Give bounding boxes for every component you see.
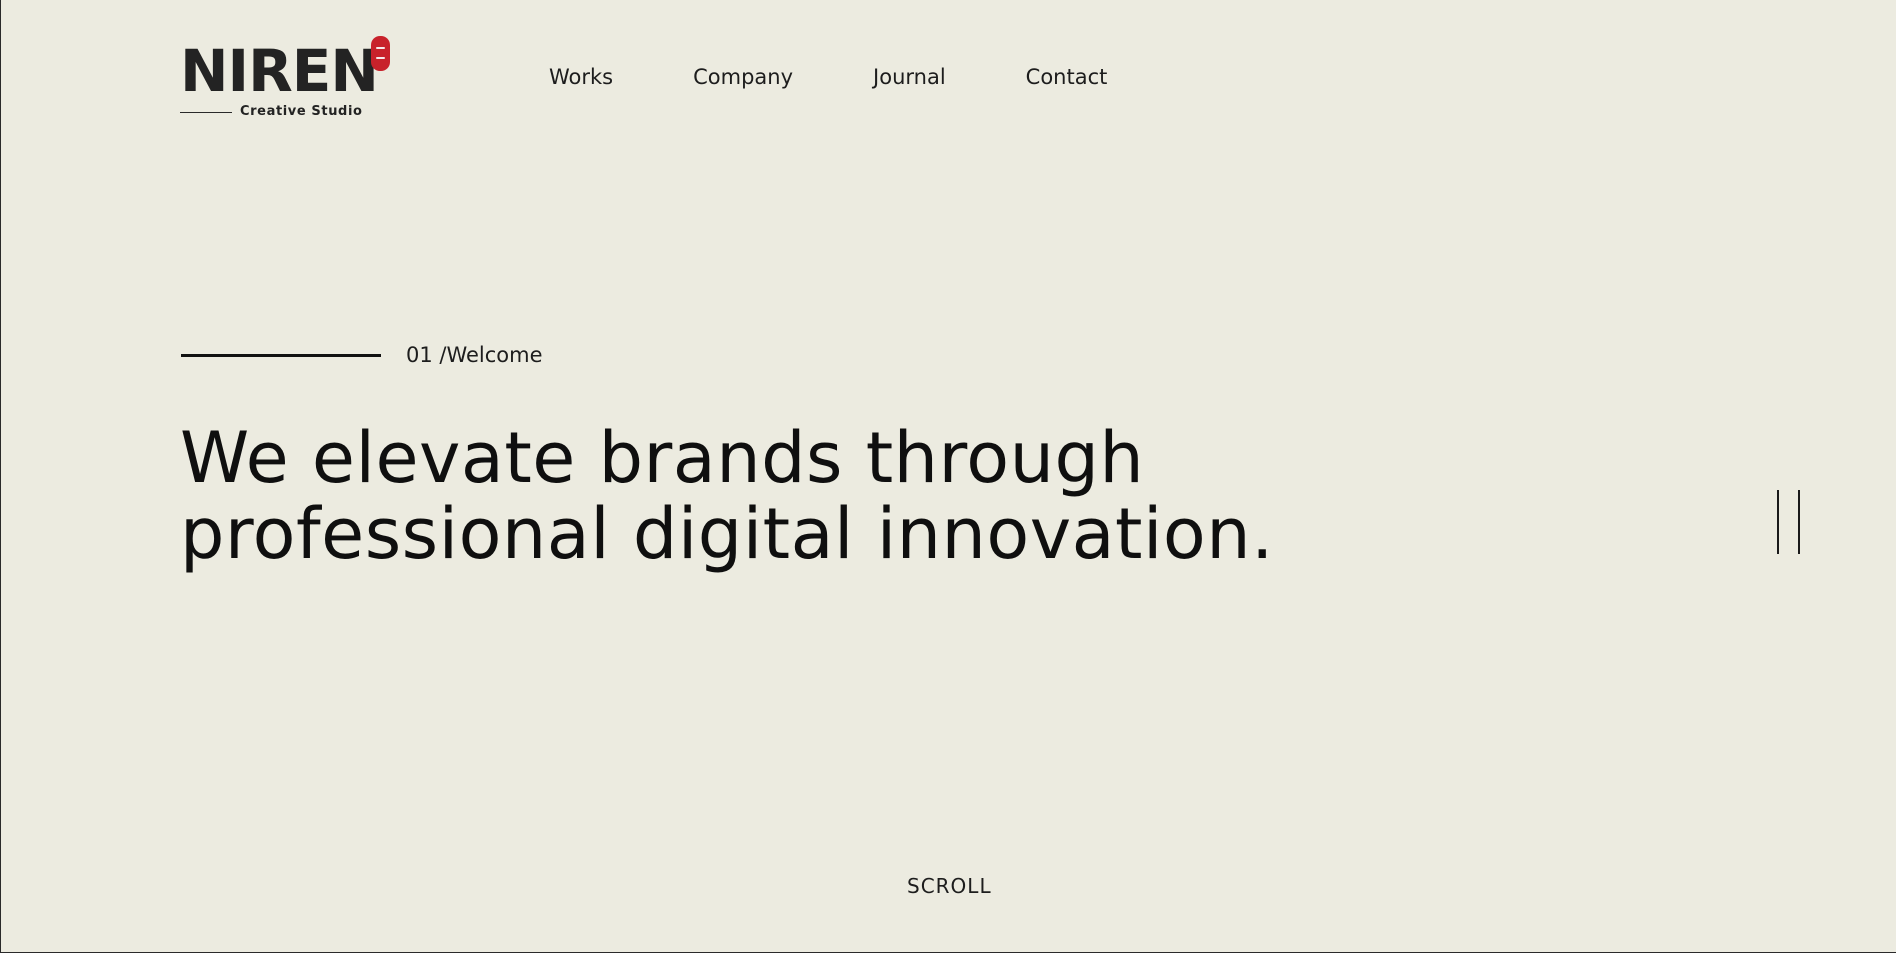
nav-item-journal[interactable]: Journal xyxy=(873,62,946,92)
vertical-bar xyxy=(1798,490,1800,554)
seal-icon xyxy=(371,36,390,71)
vertical-bar xyxy=(1777,490,1779,554)
section-divider xyxy=(181,354,381,357)
logo-rule xyxy=(180,112,232,113)
hero-headline: We elevate brands through professional d… xyxy=(180,420,1420,572)
hero-headline-line-1: We elevate brands through xyxy=(180,417,1145,499)
logo[interactable]: NIREN Creative Studio xyxy=(180,36,395,122)
section-label: 01 /Welcome xyxy=(406,343,543,367)
nav-item-contact[interactable]: Contact xyxy=(1026,62,1108,92)
logo-tagline: Creative Studio xyxy=(240,104,363,119)
scroll-indicator[interactable]: SCROLL xyxy=(907,871,992,901)
nav-item-works[interactable]: Works xyxy=(549,62,613,92)
hero-headline-line-2: professional digital innovation. xyxy=(180,493,1274,575)
logo-wordmark: NIREN xyxy=(180,37,379,105)
nav-item-company[interactable]: Company xyxy=(693,62,793,92)
main-nav: Works Company Journal Contact xyxy=(549,62,1107,92)
double-vertical-bars-icon[interactable] xyxy=(1770,488,1804,556)
